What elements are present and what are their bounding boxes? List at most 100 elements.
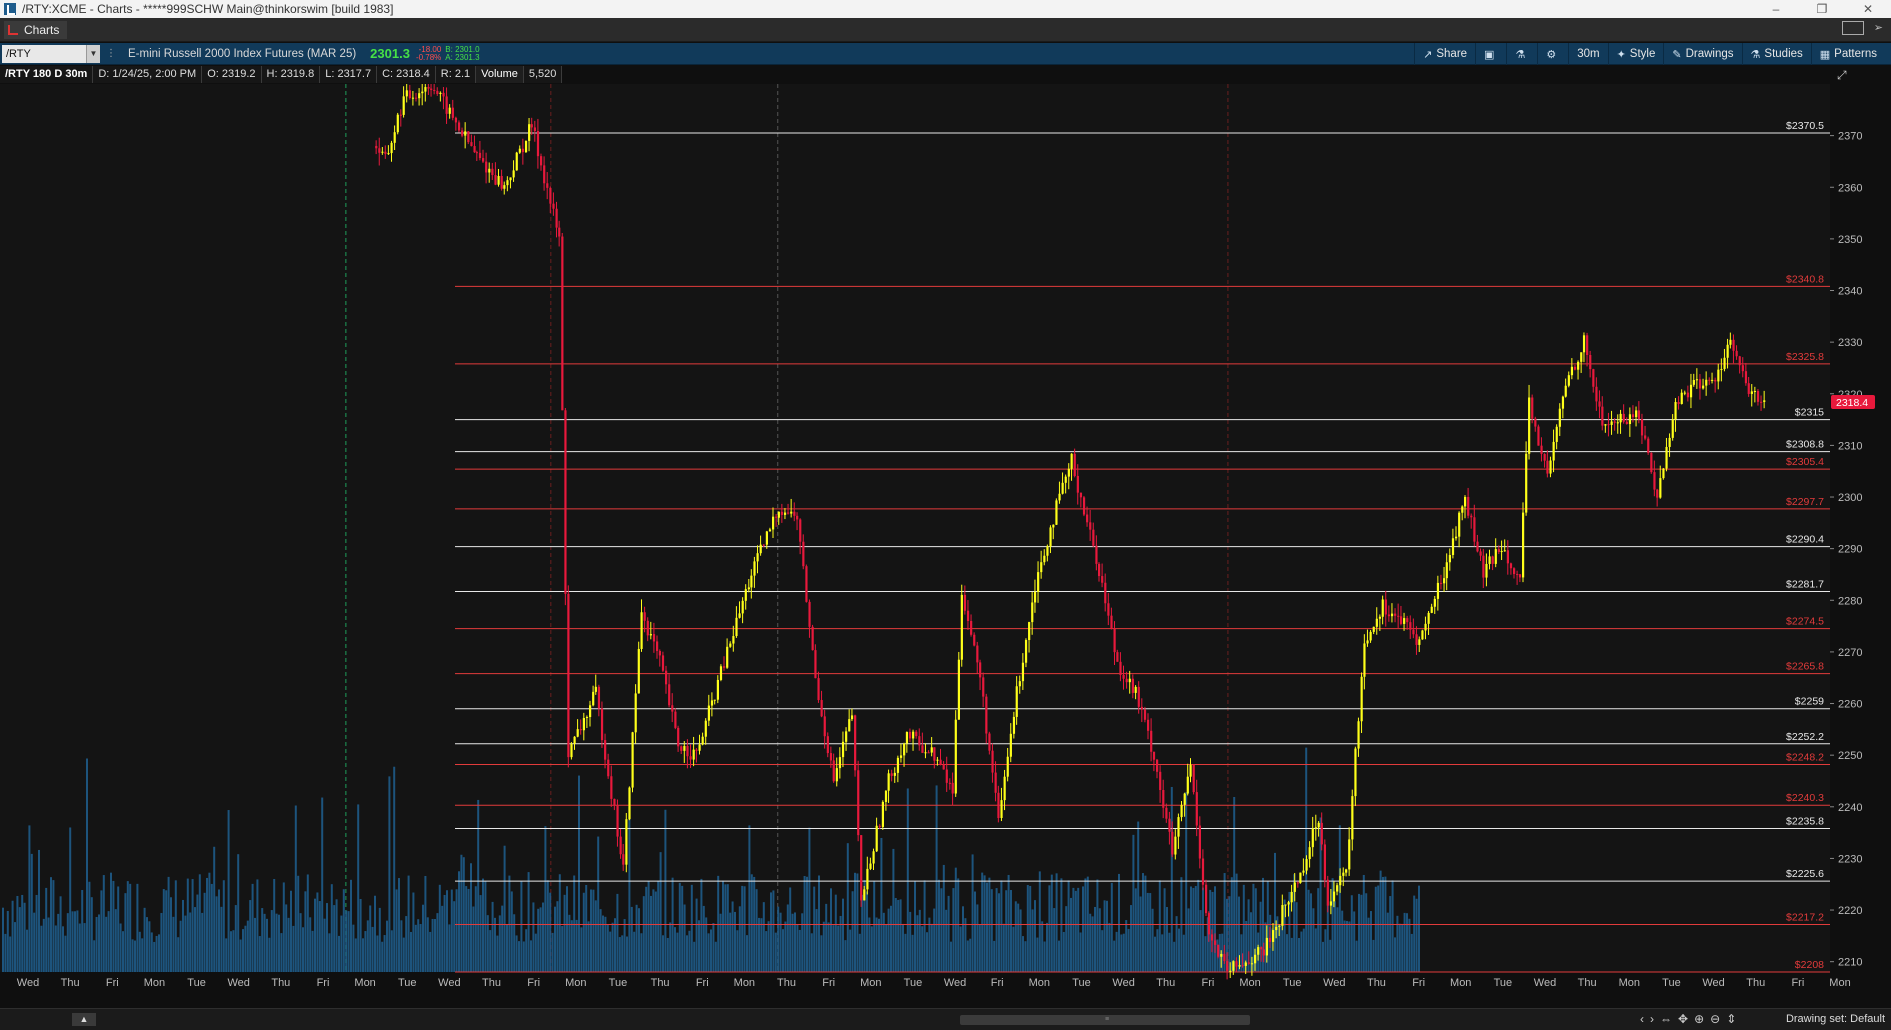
volume-bar [969, 938, 972, 972]
flask-button[interactable]: ⚗ [1506, 43, 1537, 65]
x-axis-tick-label: Thu [777, 977, 796, 989]
volume-bar [477, 799, 480, 972]
candle-body [1165, 807, 1168, 819]
symbol-input[interactable]: /RTY ▼ [2, 44, 100, 63]
expand-panel-button[interactable]: ▲ [72, 1013, 96, 1026]
fit-vertical-icon[interactable]: ⇕ [1726, 1012, 1736, 1026]
candle-body [1644, 435, 1647, 439]
fit-horizontal-icon[interactable]: ⇔ [1660, 1012, 1672, 1026]
volume-bar [566, 886, 568, 972]
volume-bar [1187, 908, 1190, 972]
scroll-right-icon[interactable]: › [1650, 1012, 1654, 1026]
volume-bar [11, 900, 14, 972]
last-price: 2301.3 [370, 46, 410, 61]
volume-bar [263, 913, 266, 972]
candle-body [592, 691, 595, 706]
link-icon[interactable]: ⋮ [106, 48, 116, 59]
settings-button[interactable]: ⚙ [1537, 43, 1568, 65]
scroll-left-icon[interactable]: ‹ [1640, 1012, 1644, 1026]
candle-body [491, 168, 494, 176]
candle-body [619, 836, 622, 855]
minimize-icon[interactable]: – [1753, 0, 1799, 18]
volume-bar [472, 906, 475, 972]
volume-bar [182, 899, 184, 972]
tab-charts[interactable]: Charts [4, 20, 68, 39]
snapshot-button[interactable]: ▣ [1475, 43, 1506, 65]
candle-body [439, 92, 442, 94]
candle-body [707, 705, 710, 721]
tab-bar: Charts ➢ [0, 18, 1891, 42]
candle-body [579, 729, 582, 731]
volume-bar [952, 888, 955, 972]
volume-bar [714, 941, 717, 972]
volume-bar [1053, 908, 1056, 972]
volume-bar [470, 863, 472, 972]
candle-body [610, 776, 613, 799]
pin-icon[interactable]: ➢ [1874, 21, 1883, 35]
volume-bar [1322, 941, 1324, 972]
drawings-button[interactable]: ✎ Drawings [1663, 43, 1741, 65]
candle-body [829, 753, 833, 761]
candle-body [1756, 390, 1760, 402]
maximize-icon[interactable]: ❐ [1799, 0, 1845, 18]
close-icon[interactable]: ✕ [1845, 0, 1891, 18]
share-button[interactable]: ↗ Share [1414, 43, 1475, 65]
candle-body [1753, 390, 1757, 392]
candle-body [418, 93, 421, 99]
candle-body [1488, 556, 1491, 564]
horizontal-scrollbar[interactable]: ≡ [960, 1015, 1250, 1025]
symbol-dropdown-icon[interactable]: ▼ [86, 44, 100, 63]
volume-bar [1144, 875, 1147, 972]
candle-body [793, 511, 796, 516]
collapse-arrows-icon[interactable]: ⤢ [1837, 68, 1847, 83]
candle-body [387, 153, 390, 155]
x-axis-tick-label: Fri [527, 977, 540, 989]
candle-body [482, 158, 485, 162]
volume-bar [146, 917, 148, 972]
volume-bar [1214, 886, 1216, 972]
candle-body [1677, 402, 1680, 405]
candle-body [1403, 618, 1406, 624]
volume-bar [54, 925, 57, 972]
volume-bar [750, 874, 753, 972]
volume-bar [501, 905, 504, 972]
volume-bar [1235, 873, 1238, 972]
price-level-label: $2281.7 [1786, 579, 1824, 591]
chart-bottom-bar: ▲ ≡ ‹ › ⇔ ✥ ⊕ ⊖ ⇕ Drawing set: Default [0, 1008, 1891, 1030]
candle-body [589, 705, 592, 718]
candle-body [921, 745, 924, 753]
zoom-in-icon[interactable]: ⊕ [1694, 1012, 1704, 1026]
candle-body [1723, 357, 1726, 370]
chart-title: /RTY 180 D 30m [0, 66, 94, 83]
candle-body [485, 161, 488, 173]
volume-bar [14, 922, 16, 972]
candle-body [497, 175, 500, 185]
volume-bar [827, 922, 830, 972]
candle-body [1750, 391, 1753, 394]
candle-body [1448, 554, 1451, 563]
candle-body [411, 97, 415, 99]
candle-body [1635, 410, 1638, 418]
volume-bar [525, 929, 528, 972]
drawings-label: Drawings [1685, 48, 1734, 60]
patterns-button[interactable]: ▦ Patterns [1810, 43, 1885, 65]
price-level-label: $2248.2 [1786, 751, 1824, 763]
zoom-out-icon[interactable]: ⊖ [1710, 1012, 1720, 1026]
volume-bar [746, 935, 748, 972]
candle-body [1580, 352, 1583, 362]
volume-bar [242, 929, 244, 972]
volume-study-label[interactable]: Volume [476, 66, 524, 83]
volume-bar [117, 886, 120, 972]
volume-bar [1374, 886, 1377, 972]
candle-body [912, 731, 915, 739]
studies-button[interactable]: ⚗ Studies [1741, 43, 1811, 65]
volume-bar [9, 936, 12, 972]
volume-bar [446, 890, 448, 972]
pan-icon[interactable]: ✥ [1678, 1012, 1688, 1026]
price-chart[interactable]: $2370.5 $2340.8 $2325.8 $2315 $2308.8 $2305.4… [0, 84, 1891, 990]
timeframe-button[interactable]: 30m [1568, 43, 1607, 65]
price-level-label: $2240.3 [1786, 792, 1824, 804]
chart-info-strip: /RTY 180 D 30m D: 1/24/25, 2:00 PM O: 23… [0, 66, 563, 83]
detach-window-icon[interactable] [1841, 21, 1864, 35]
style-button[interactable]: ✦ Style [1607, 43, 1664, 65]
